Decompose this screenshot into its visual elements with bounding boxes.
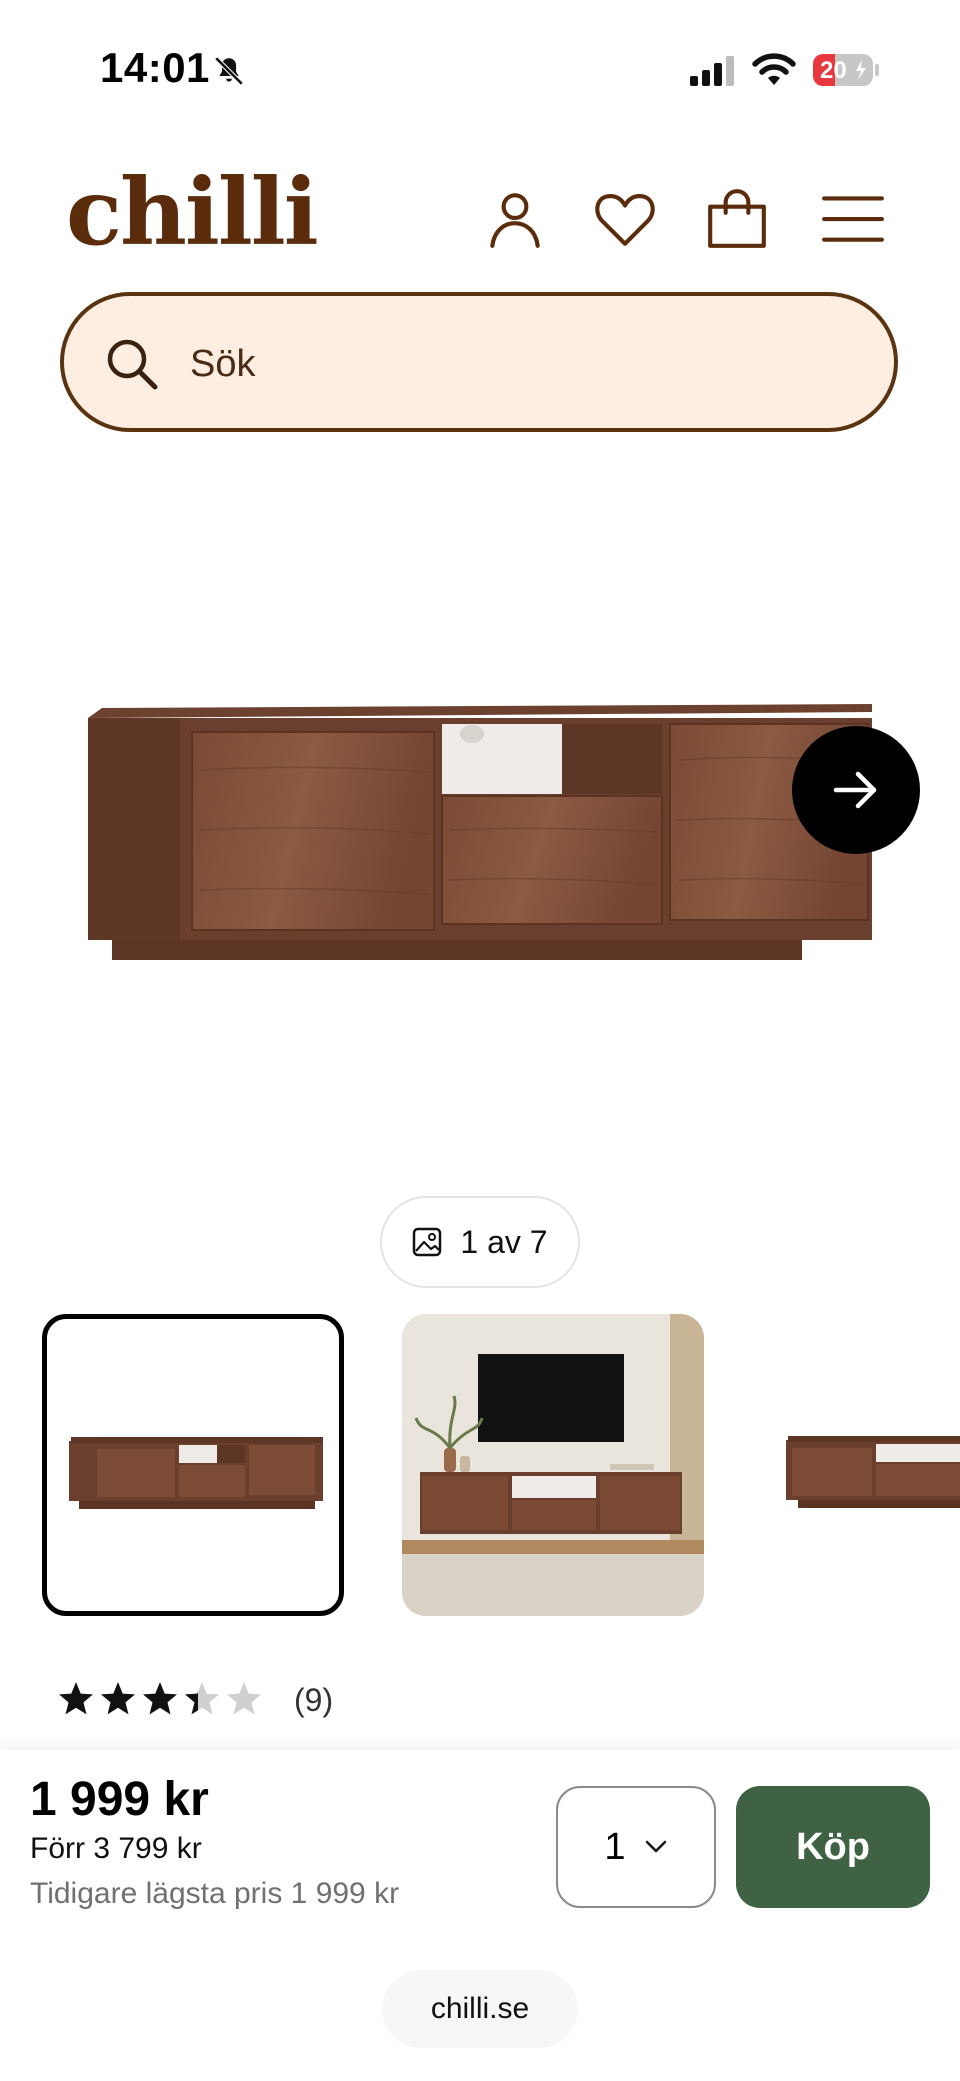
battery-level: 20 — [820, 57, 847, 84]
thumbnail-3[interactable] — [762, 1314, 960, 1616]
thumbnail-2[interactable] — [402, 1314, 704, 1616]
image-icon — [413, 1227, 442, 1257]
buy-button[interactable]: Köp — [736, 1786, 930, 1908]
next-image-button[interactable] — [792, 726, 920, 854]
chilli-logo[interactable]: chilli — [66, 158, 319, 266]
chevron-down-icon — [645, 1840, 666, 1853]
thumbnail-1[interactable] — [42, 1314, 344, 1616]
lowest-price-info: Tidigare lägsta pris 1 999 kr — [30, 1877, 400, 1910]
thumbnail-image — [786, 1436, 960, 1508]
browser-url[interactable]: chilli.se — [382, 1970, 578, 2048]
user-icon[interactable] — [482, 186, 548, 252]
arrow-right-icon — [833, 771, 877, 809]
rating-stars — [59, 1682, 261, 1715]
old-price: Förr 3 799 kr — [30, 1832, 202, 1865]
quantity-value: 1 — [604, 1825, 626, 1868]
image-counter[interactable]: 1 av 7 — [380, 1196, 580, 1288]
quantity-select[interactable]: 1 — [556, 1786, 716, 1908]
shopping-bag-icon[interactable] — [704, 186, 770, 252]
product-image[interactable] — [80, 690, 880, 980]
wifi-icon — [752, 53, 796, 85]
heart-icon[interactable] — [592, 186, 658, 252]
cellular-signal-icon — [690, 56, 734, 86]
price: 1 999 kr — [30, 1773, 209, 1826]
search-input[interactable] — [188, 332, 832, 396]
review-count[interactable]: (9) — [294, 1682, 333, 1719]
thumbnail-image — [69, 1437, 323, 1509]
thumbnail-image — [402, 1314, 704, 1616]
bell-slash-icon — [214, 56, 244, 86]
menu-icon[interactable] — [820, 186, 886, 252]
image-counter-text: 1 av 7 — [460, 1223, 548, 1260]
battery-charging-icon: 20 — [812, 52, 880, 88]
search-icon — [107, 339, 158, 390]
status-time: 14:01 — [100, 44, 210, 91]
